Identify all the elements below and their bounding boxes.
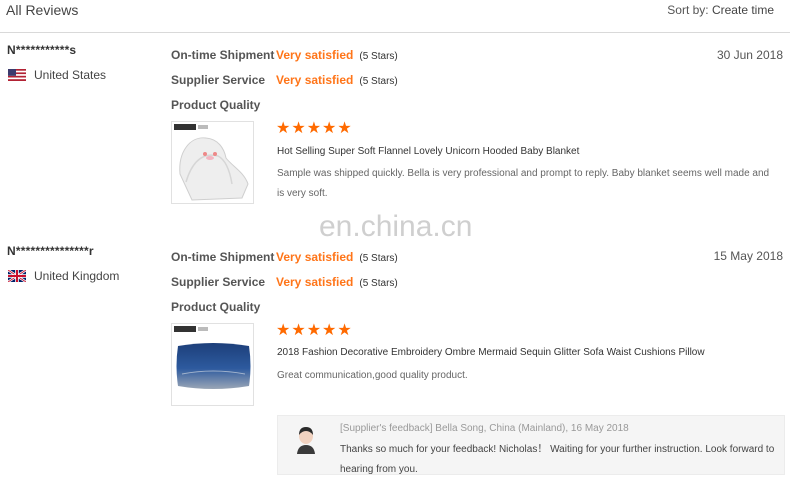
sort-value[interactable]: Create time: [712, 3, 774, 17]
star-icon: ★: [306, 322, 322, 339]
quality-label: Product Quality: [171, 300, 261, 314]
shipment-rating: On-time Shipment Very satisfied (5 Stars…: [171, 48, 398, 62]
shipment-label: On-time Shipment: [171, 250, 275, 264]
country-name: United States: [34, 68, 107, 82]
product-name[interactable]: 2018 Fashion Decorative Embroidery Ombre…: [277, 347, 705, 358]
review-date: 30 Jun 2018: [716, 48, 783, 62]
star-icon: ★: [276, 322, 291, 339]
star-icon: ★: [322, 322, 337, 339]
buyer-country: United States: [8, 68, 106, 82]
quality-stars: ★ ★ ★ ★ ★: [276, 323, 353, 339]
star-icon: ★: [337, 120, 352, 137]
quality-rating: Product Quality: [171, 300, 276, 314]
buyer-name: N***************r: [7, 244, 94, 258]
product-thumbnail[interactable]: [171, 323, 254, 406]
reviews-header: All Reviews Sort by: Create time: [0, 0, 790, 33]
pillow-image: [176, 343, 251, 389]
star-icon: ★: [276, 120, 291, 137]
buyer-name: N***********s: [7, 43, 77, 57]
review-item: N***************r United Kingdom 15 May …: [0, 234, 800, 478]
review-comment: Sample was shipped quickly. Bella is ver…: [277, 168, 770, 199]
star-icon: ★: [322, 120, 337, 137]
feedback-meta: [Supplier's feedback] Bella Song, China …: [340, 423, 629, 434]
quality-rating: Product Quality: [171, 98, 276, 112]
service-stars: (5 Stars): [359, 76, 398, 87]
sort-control[interactable]: Sort by: Create time: [667, 3, 774, 17]
quality-label: Product Quality: [171, 98, 261, 112]
service-label: Supplier Service: [171, 275, 266, 289]
service-label: Supplier Service: [171, 73, 266, 87]
supplier-feedback: [Supplier's feedback] Bella Song, China …: [277, 415, 785, 475]
review-comment: Great communication,good quality product…: [277, 370, 468, 381]
supplier-avatar: [297, 427, 315, 454]
country-name: United Kingdom: [34, 269, 120, 283]
product-name[interactable]: Hot Selling Super Soft Flannel Lovely Un…: [277, 146, 579, 157]
shipment-value: Very satisfied: [276, 250, 354, 264]
shipment-label: On-time Shipment: [171, 48, 275, 62]
us-flag-icon: [8, 69, 26, 81]
shipment-rating: On-time Shipment Very satisfied (5 Stars…: [171, 250, 398, 264]
shipment-stars: (5 Stars): [359, 253, 398, 264]
reviews-title: All Reviews: [6, 2, 79, 18]
star-icon: ★: [291, 120, 306, 137]
star-icon: ★: [291, 322, 306, 339]
review-date: 15 May 2018: [713, 249, 783, 263]
star-icon: ★: [337, 322, 352, 339]
feedback-text: Thanks so much for your feedback! Nichol…: [340, 444, 775, 475]
quality-stars: ★ ★ ★ ★ ★: [276, 121, 353, 137]
review-item: N***********s United States 30 Jun 2018 …: [0, 33, 800, 230]
service-stars: (5 Stars): [359, 278, 398, 289]
blanket-image: [179, 137, 249, 201]
shipment-value: Very satisfied: [276, 48, 354, 62]
product-thumbnail[interactable]: [171, 121, 254, 204]
service-value: Very satisfied: [276, 73, 354, 87]
service-rating: Supplier Service Very satisfied (5 Stars…: [171, 275, 398, 289]
shipment-stars: (5 Stars): [359, 51, 398, 62]
service-rating: Supplier Service Very satisfied (5 Stars…: [171, 73, 398, 87]
buyer-country: United Kingdom: [8, 269, 119, 283]
star-icon: ★: [306, 120, 322, 137]
service-value: Very satisfied: [276, 275, 354, 289]
sort-label: Sort by:: [667, 3, 709, 17]
uk-flag-icon: [8, 270, 26, 282]
